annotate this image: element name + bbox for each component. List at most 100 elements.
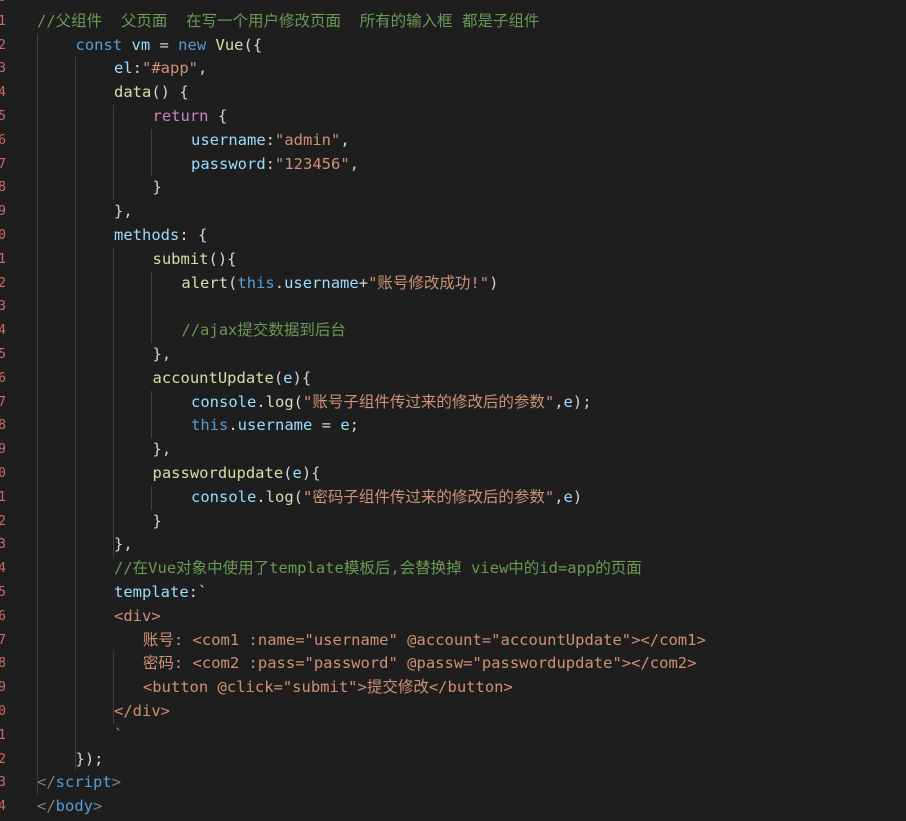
code-line[interactable]: 3 </script> <box>0 771 906 795</box>
code-line[interactable]: 8 this.username = e; <box>0 414 906 438</box>
code-line[interactable]: 2} <box>0 510 906 534</box>
code-line[interactable]: 1 ` <box>0 724 906 748</box>
code-line[interactable]: 4 data() { <box>0 81 906 105</box>
code-line[interactable]: 6 accountUpdate(e){ <box>0 367 906 391</box>
code-token: ( <box>293 392 304 411</box>
code-text: //ajax提交数据到后台 <box>181 319 346 343</box>
line-number: 0 <box>0 466 6 481</box>
code-line[interactable]: 6 <div> <box>0 605 906 629</box>
code-token: ){ <box>301 464 321 482</box>
code-line[interactable]: 0 <box>0 0 906 10</box>
code-line[interactable]: 3 el:"#app", <box>0 57 906 81</box>
code-token: "账号修改成功!" <box>368 273 490 292</box>
code-token: 账号: <com1 :name="username" @account="acc… <box>142 630 706 649</box>
code-line[interactable]: 2 const vm = new Vue({ <box>0 34 906 58</box>
code-token: submit <box>152 249 209 268</box>
code-line[interactable]: 5 return { <box>0 105 906 129</box>
code-token: ) <box>489 273 499 292</box>
code-token: new <box>178 35 216 54</box>
code-token: Vue <box>215 35 244 54</box>
line-number: 8 <box>0 180 6 196</box>
line-number: 3 <box>0 775 6 791</box>
code-token: username <box>284 273 359 292</box>
code-token: script <box>55 773 112 792</box>
line-number: 6 <box>0 132 6 148</box>
code-token: </div> <box>114 702 170 720</box>
code-token: + <box>358 273 369 292</box>
code-line[interactable]: 2}); <box>0 748 906 772</box>
code-token: { <box>208 107 228 125</box>
code-token: </ <box>37 797 56 816</box>
line-number: 3 <box>0 537 6 553</box>
code-text: <div> <box>114 605 161 629</box>
code-text: }, <box>153 343 172 367</box>
code-line[interactable]: 2 alert(this.username+"账号修改成功!") <box>0 272 906 296</box>
code-line[interactable]: 5 template:` <box>0 581 906 605</box>
code-token: , <box>198 59 208 78</box>
code-line[interactable]: 0 </div> <box>0 700 906 724</box>
code-line[interactable]: 0 methods: { <box>0 224 906 248</box>
code-line[interactable]: 1 submit(){ <box>0 248 906 272</box>
line-number: 1 <box>0 13 6 29</box>
code-text: username:"admin", <box>191 129 350 153</box>
code-line[interactable]: 1 console.log("密码子组件传过来的修改后的参数",e) <box>0 486 906 510</box>
code-line[interactable]: 6 username:"admin", <box>0 129 906 153</box>
code-line[interactable]: 9}, <box>0 438 906 462</box>
code-text: el:"#app", <box>114 57 207 81</box>
code-text: ` <box>114 724 123 748</box>
line-number: 4 <box>0 85 6 101</box>
code-token: el <box>114 59 133 78</box>
code-token: vm <box>131 35 151 54</box>
code-text: accountUpdate(e){ <box>153 367 312 391</box>
code-text: } <box>153 510 162 534</box>
code-line[interactable]: 9 <button @click="submit">提交修改</button> <box>0 676 906 700</box>
code-token: } <box>152 178 162 197</box>
line-number: 6 <box>0 370 6 386</box>
line-number: 2 <box>0 751 6 767</box>
code-token: , <box>554 487 564 506</box>
code-line[interactable]: 1 //父组件 父页面 在写一个用户修改页面 所有的输入框 都是子组件 <box>0 10 906 34</box>
code-line[interactable]: 7 console.log("账号子组件传过来的修改后的参数",e); <box>0 391 906 415</box>
code-text: passwordupdate(e){ <box>153 462 321 486</box>
indent-guide <box>151 390 152 439</box>
code-token: body <box>55 797 93 816</box>
code-token: e <box>563 487 573 506</box>
code-token: "admin" <box>275 130 341 149</box>
code-token: }); <box>75 749 104 768</box>
code-line[interactable]: 8 密码: <com2 :pass="password" @passw="pass… <box>0 652 906 676</box>
code-token: > <box>93 797 103 816</box>
line-number: 1 <box>0 251 6 267</box>
code-token: }, <box>114 535 133 554</box>
code-text: submit(){ <box>153 248 237 272</box>
code-line[interactable]: 7 password:"123456", <box>0 153 906 177</box>
code-token: username <box>237 416 313 435</box>
code-line[interactable]: 3 <box>0 295 906 319</box>
code-editor[interactable]: 0 1 //父组件 父页面 在写一个用户修改页面 所有的输入框 都是子组件 2 cons… <box>0 0 906 821</box>
code-line[interactable]: 8} <box>0 176 906 200</box>
code-line[interactable]: 5}, <box>0 343 906 367</box>
code-token: ({ <box>243 35 263 54</box>
code-line[interactable]: 4 </body> <box>0 795 906 819</box>
code-text: //在Vue对象中使用了template模板后,会替换掉 view中的id=ap… <box>114 557 642 581</box>
code-line[interactable]: 4 //在Vue对象中使用了template模板后,会替换掉 view中的id=a… <box>0 557 906 581</box>
code-token: . <box>256 487 266 506</box>
code-line[interactable]: 9}, <box>0 200 906 224</box>
code-line[interactable]: 7 账号: <com1 :name="username" @account="ac… <box>0 629 906 653</box>
code-text: }, <box>114 200 133 224</box>
line-number: 5 <box>0 585 6 600</box>
code-text: </script> <box>37 771 121 795</box>
line-number: 8 <box>0 418 6 434</box>
code-text: }, <box>114 533 133 557</box>
code-token: } <box>152 511 162 530</box>
code-line[interactable]: 0 passwordupdate(e){ <box>0 462 906 486</box>
code-token: ( <box>293 487 304 506</box>
line-number: 5 <box>0 109 6 124</box>
line-number: 4 <box>0 561 6 577</box>
code-text: 账号: <com1 :name="username" @account="acc… <box>143 629 706 653</box>
indent-guide <box>151 128 152 177</box>
code-token: : <box>265 130 275 149</box>
code-line[interactable]: 4 //ajax提交数据到后台 <box>0 319 906 343</box>
code-token: //ajax提交数据到后台 <box>181 321 346 340</box>
code-line[interactable]: 3}, <box>0 533 906 557</box>
indent-guide <box>151 485 152 510</box>
